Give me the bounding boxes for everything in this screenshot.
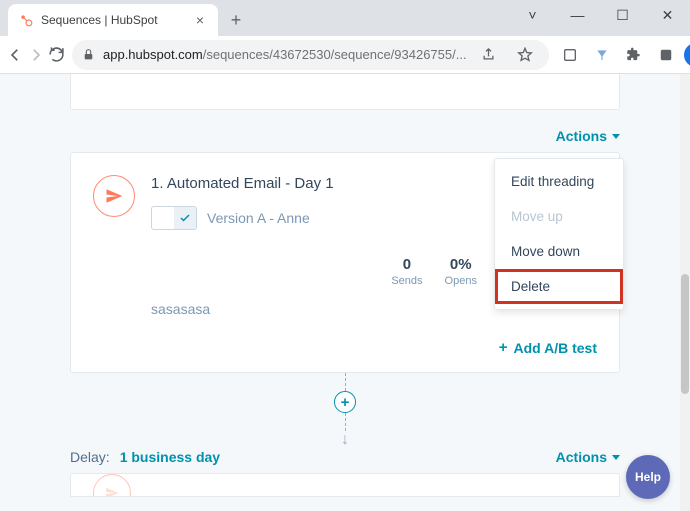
tab-title: Sequences | HubSpot xyxy=(41,13,185,27)
stat-sends: 0Sends xyxy=(391,256,422,287)
hubspot-favicon-icon xyxy=(18,12,34,28)
minimize-button[interactable]: — xyxy=(555,0,600,30)
version-label: Version A - Anne xyxy=(207,210,310,226)
caret-icon[interactable]: ˅ xyxy=(510,0,555,30)
scrollbar-track[interactable] xyxy=(680,74,690,511)
menu-move-up: Move up xyxy=(495,199,623,234)
toggle-seg-check[interactable] xyxy=(174,207,196,229)
extension-icon-1[interactable] xyxy=(556,41,584,69)
menu-delete[interactable]: Delete xyxy=(495,269,623,304)
close-window-button[interactable]: ✕ xyxy=(645,0,690,30)
address-bar: app.hubspot.com/sequences/43672530/seque… xyxy=(0,36,690,74)
toggle-seg-blank[interactable] xyxy=(152,207,174,229)
delay-row: Delay: 1 business day Actions xyxy=(70,449,620,465)
add-ab-test-button[interactable]: + Add A/B test xyxy=(93,339,597,356)
reload-button[interactable] xyxy=(48,40,65,70)
scrollbar-thumb[interactable] xyxy=(681,274,689,394)
share-icon[interactable] xyxy=(475,41,503,69)
browser-tab[interactable]: Sequences | HubSpot × xyxy=(8,4,218,36)
url-field[interactable]: app.hubspot.com/sequences/43672530/seque… xyxy=(72,40,549,70)
delay-actions-button[interactable]: Actions xyxy=(556,449,620,465)
url-text: app.hubspot.com/sequences/43672530/seque… xyxy=(103,47,467,62)
extension-icons: A xyxy=(556,41,690,69)
actions-row: Actions Edit threading Move up Move down… xyxy=(70,128,620,144)
next-card-edge xyxy=(70,473,620,497)
chevron-down-icon xyxy=(612,134,620,139)
browser-title-bar: Sequences | HubSpot × + ˅ — ☐ ✕ xyxy=(0,0,690,36)
version-toggle[interactable] xyxy=(151,206,197,230)
chevron-down-icon xyxy=(612,455,620,460)
extension-icon-2[interactable] xyxy=(588,41,616,69)
profile-avatar[interactable]: A xyxy=(684,43,690,67)
delay-value[interactable]: 1 business day xyxy=(120,449,220,465)
new-tab-button[interactable]: + xyxy=(222,6,250,34)
menu-move-down[interactable]: Move down xyxy=(495,234,623,269)
maximize-button[interactable]: ☐ xyxy=(600,0,645,30)
tab-close-icon[interactable]: × xyxy=(192,12,208,28)
extensions-puzzle-icon[interactable] xyxy=(620,41,648,69)
add-step-button[interactable]: + xyxy=(334,391,356,413)
actions-button[interactable]: Actions xyxy=(556,128,620,144)
page-viewport: Actions Edit threading Move up Move down… xyxy=(0,74,690,511)
send-icon xyxy=(93,474,131,497)
plus-icon: + xyxy=(499,339,508,356)
arrow-down-icon: ↓ xyxy=(341,431,349,449)
window-controls: ˅ — ☐ ✕ xyxy=(510,0,690,30)
extension-icon-4[interactable] xyxy=(652,41,680,69)
previous-card-edge xyxy=(70,74,620,110)
step-connector: + ↓ xyxy=(70,373,620,449)
help-button[interactable]: Help xyxy=(626,455,670,499)
menu-edit-threading[interactable]: Edit threading xyxy=(495,164,623,199)
stat-opens: 0%Opens xyxy=(445,256,477,287)
actions-dropdown: Edit threading Move up Move down Delete xyxy=(494,158,624,310)
back-button[interactable] xyxy=(6,40,24,70)
lock-icon xyxy=(82,48,95,61)
delay-label: Delay: xyxy=(70,449,110,465)
send-icon xyxy=(93,175,135,217)
star-icon[interactable] xyxy=(511,41,539,69)
forward-button[interactable] xyxy=(27,40,45,70)
